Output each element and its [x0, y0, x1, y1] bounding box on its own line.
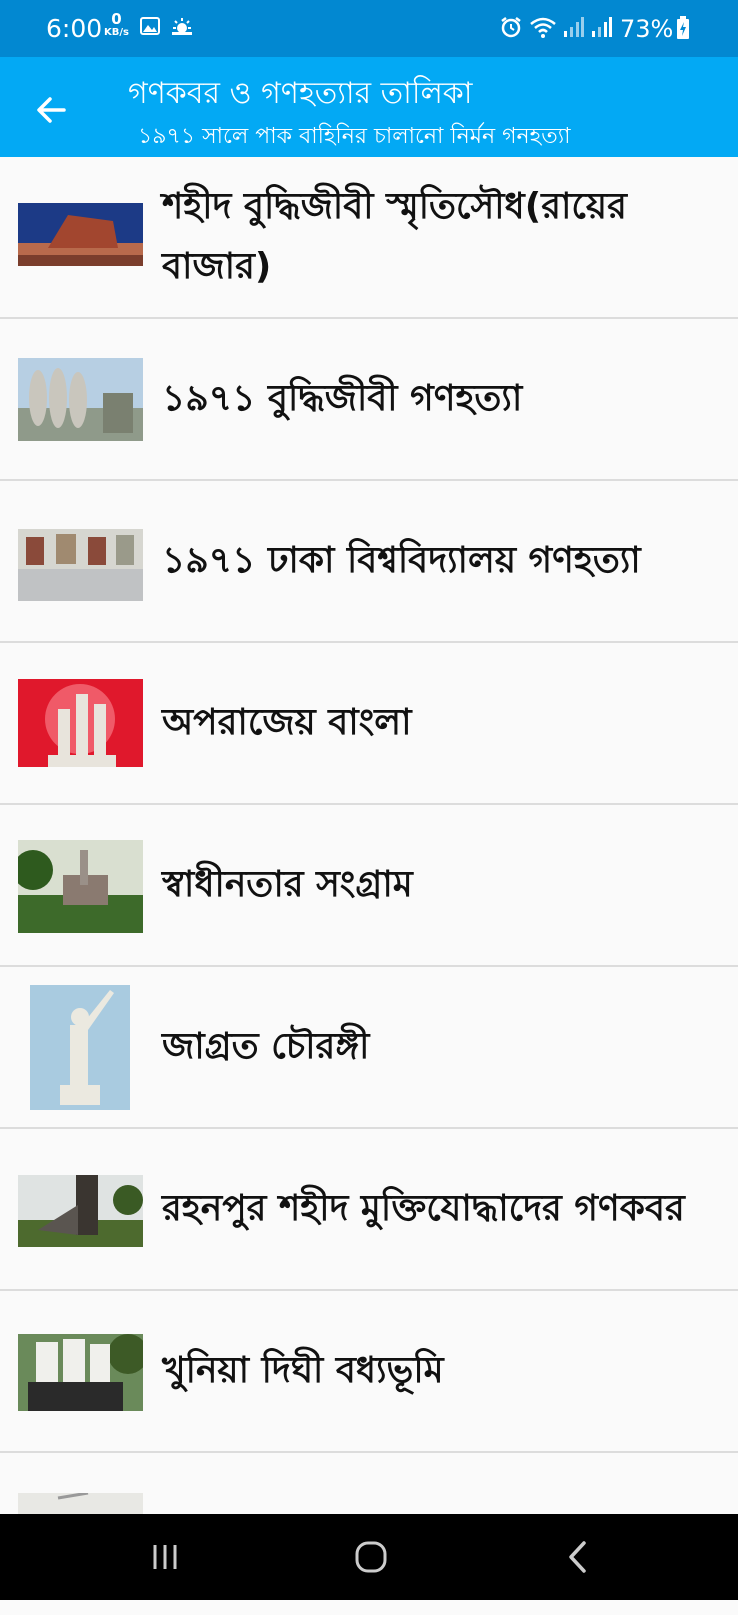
memorial-list: শহীদ বুদ্ধিজীবী স্মৃতিসৌধ(রায়ের বাজার) …: [0, 157, 738, 1615]
status-time: 6:00: [46, 14, 103, 43]
list-item[interactable]: স্বাধীনতার সংগ্রাম: [0, 805, 738, 967]
list-item-label: স্বাধীনতার সংগ্রাম: [162, 864, 413, 905]
alarm-icon: [500, 16, 522, 42]
battery-percent: 73%: [620, 15, 674, 43]
memorial-thumbnail: [18, 358, 143, 441]
gallery-icon: [140, 16, 160, 40]
wifi-icon: [530, 16, 556, 42]
list-item-label: জাগ্রত চৌরঙ্গী: [162, 1026, 370, 1067]
list-item[interactable]: জাগ্রত চৌরঙ্গী: [0, 967, 738, 1129]
list-item-label: রহনপুর শহীদ মুক্তিযোদ্ধাদের গণকবর: [162, 1188, 685, 1229]
net-speed: 0 KB/s: [104, 10, 129, 39]
list-item-label: অপরাজেয় বাংলা: [162, 702, 412, 743]
list-item[interactable]: ১৯৭১ ঢাকা বিশ্ববিদ্যালয় গণহত্যা: [0, 481, 738, 643]
home-icon: [355, 1541, 387, 1573]
memorial-thumbnail: [18, 840, 143, 933]
weather-icon: [170, 16, 194, 42]
memorial-thumbnail: [18, 1175, 143, 1247]
memorial-thumbnail: [18, 529, 143, 601]
memorial-thumbnail: [30, 985, 130, 1110]
status-bar: 6:00 0 KB/s 73%: [0, 0, 738, 57]
recent-apps-icon: [153, 1545, 177, 1569]
navigation-bar: [0, 1514, 738, 1600]
back-nav-icon: [569, 1541, 586, 1573]
back-nav-button[interactable]: [553, 1532, 603, 1582]
page-subtitle: ১৯৭১ সালে পাক বাহিনির চালানো নির্মন গনহত…: [138, 124, 571, 149]
signal-icon: [590, 16, 612, 42]
app-bar: গণকবর ও গণহত্যার তালিকা ১৯৭১ সালে পাক বা…: [0, 57, 738, 157]
signal-icon: [562, 16, 584, 42]
list-item[interactable]: রহনপুর শহীদ মুক্তিযোদ্ধাদের গণকবর: [0, 1129, 738, 1291]
list-item-label: খুনিয়া দিঘী বধ্যভূমি: [162, 1350, 444, 1391]
list-item-label: শহীদ বুদ্ধিজীবী স্মৃতিসৌধ(রায়ের বাজার): [162, 186, 627, 287]
list-item[interactable]: অপরাজেয় বাংলা: [0, 643, 738, 805]
page-title: গণকবর ও গণহত্যার তালিকা: [128, 76, 473, 111]
home-button[interactable]: [346, 1532, 396, 1582]
list-item[interactable]: শহীদ বুদ্ধিজীবী স্মৃতিসৌধ(রায়ের বাজার): [0, 157, 738, 319]
back-button[interactable]: [26, 85, 76, 135]
memorial-thumbnail: [18, 203, 143, 266]
memorial-thumbnail: [18, 1334, 143, 1411]
list-item[interactable]: ১৯৭১ বুদ্ধিজীবী গণহত্যা: [0, 319, 738, 481]
list-item-label: ১৯৭১ বুদ্ধিজীবী গণহত্যা: [162, 378, 523, 419]
list-item-label: ১৯৭১ ঢাকা বিশ্ববিদ্যালয় গণহত্যা: [162, 540, 641, 581]
arrow-left-icon: [37, 97, 66, 123]
recent-apps-button[interactable]: [140, 1532, 190, 1582]
list-item[interactable]: খুনিয়া দিঘী বধ্যভূমি: [0, 1291, 738, 1453]
memorial-thumbnail: [18, 679, 143, 767]
battery-icon: [676, 16, 690, 44]
